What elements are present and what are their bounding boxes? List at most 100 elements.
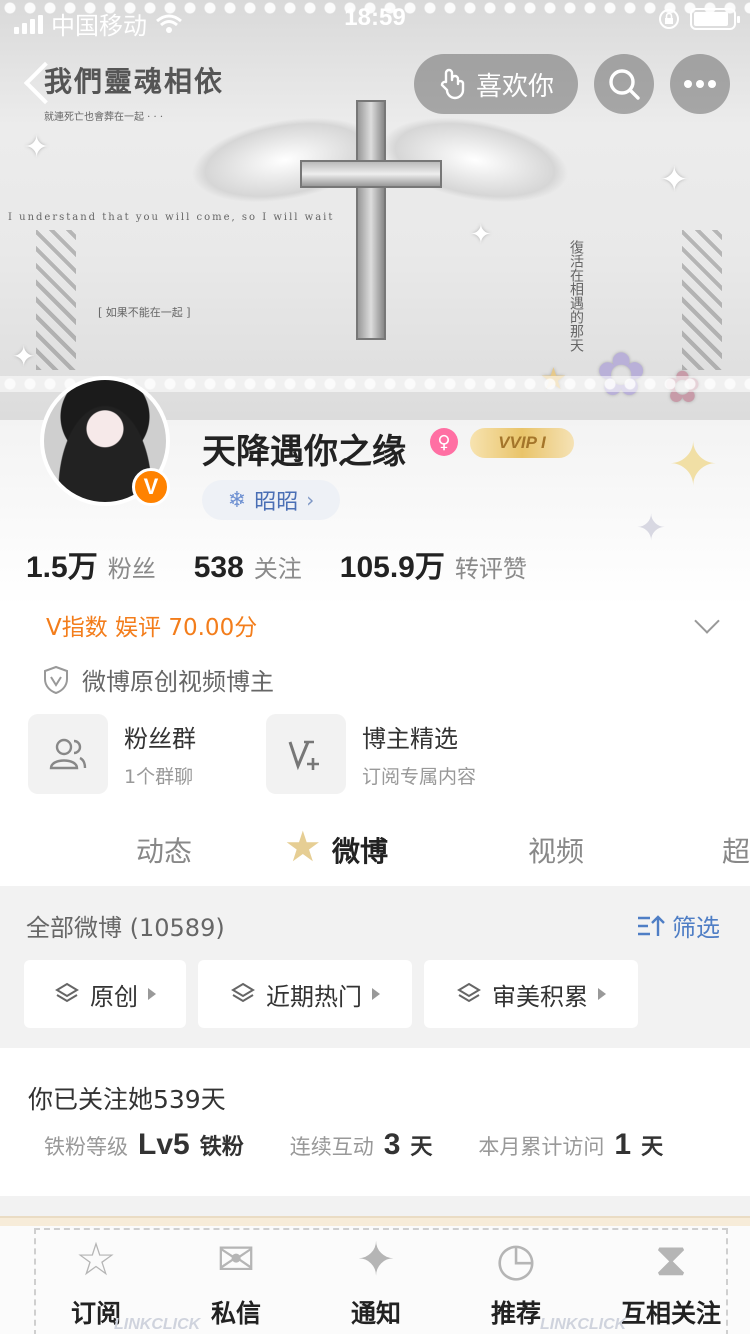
stat-label: 转评赞 [454, 555, 527, 583]
battery-icon [690, 8, 740, 30]
chip-aesthetic[interactable]: 审美积累 [424, 960, 638, 1028]
flower-icon: ✿ [596, 340, 647, 410]
v-plus-icon [266, 714, 346, 794]
streak-label: 连续互动 [289, 1135, 374, 1159]
like-you-label: 喜欢你 [475, 71, 554, 102]
banner-cross-bar [300, 160, 442, 188]
fan-level-unit: 铁粉 [199, 1135, 244, 1160]
promo-label: 通知 [350, 1299, 401, 1328]
search-button[interactable] [594, 54, 654, 114]
shield-icon [44, 665, 68, 694]
chip-original[interactable]: 原创 [24, 960, 186, 1028]
status-time: 18:59 [344, 4, 406, 31]
visits-value: 1 [614, 1128, 632, 1161]
vvip-badge[interactable]: VVIP I [470, 428, 574, 458]
banner-ribbon-right [682, 230, 722, 370]
stat-following[interactable]: 538 关注 [194, 549, 302, 585]
feature-title: 粉丝群 [124, 725, 196, 753]
verification-row: 微博原创视频博主 [42, 662, 274, 697]
feature-creator-picks[interactable]: 博主精选 订阅专属内容 [266, 714, 476, 794]
feature-subtitle: 1个群聊 [124, 766, 194, 788]
banner-caption-left: I understand that you will come, so I wi… [8, 212, 335, 223]
stat-interactions[interactable]: 105.9万 转评赞 [340, 542, 527, 586]
rotation-lock-icon [659, 9, 679, 29]
layers-icon [231, 982, 255, 1003]
promo-watermark: LINKCLICK [114, 1316, 201, 1333]
promo-watermark: LINKCLICK [540, 1316, 627, 1333]
tab-video[interactable]: 视频 [528, 830, 584, 870]
tab-weibo[interactable]: 微博 [332, 830, 388, 870]
group-icon [28, 714, 108, 794]
snowflake-icon: ❄ [227, 487, 247, 513]
feature-fan-group[interactable]: 粉丝群 1个群聊 [28, 714, 196, 794]
stat-label: 关注 [253, 555, 302, 583]
stat-label: 粉丝 [107, 555, 156, 583]
verification-label: 微博原创视频博主 [82, 668, 274, 696]
more-icon [684, 80, 716, 88]
promo-notifications[interactable]: ✦ 通知 [316, 1232, 436, 1334]
feature-title: 博主精选 [362, 725, 458, 753]
chip-label: 原创 [90, 982, 138, 1011]
visits-label: 本月累计访问 [478, 1135, 605, 1159]
promo-label: 推荐 [490, 1299, 541, 1328]
feed-header: 全部微博 (10589) 筛选 原创 近期热门 审美积累 [0, 886, 750, 1046]
sparkle-icon: ✦ [660, 160, 689, 200]
chevron-right-icon: › [306, 488, 315, 512]
sparkle-icon: ✦ [356, 1232, 396, 1286]
all-weibo-count: 全部微博 (10589) [26, 914, 225, 942]
sparkle-icon: ✦ [668, 430, 719, 500]
triangle-right-icon [598, 988, 606, 1000]
follow-days: 你已关注她539天 [28, 1085, 226, 1114]
chip-recent-hot[interactable]: 近期热门 [198, 960, 412, 1028]
stat-number: 105.9万 [339, 551, 445, 584]
stat-number: 538 [193, 551, 244, 584]
banner-headline: 我們靈魂相依 [44, 65, 225, 98]
like-you-button[interactable]: 喜欢你 [414, 54, 578, 114]
profile-tag-label: 昭昭 [254, 490, 299, 515]
status-bar: 中国移动 18:59 [0, 0, 750, 40]
triangle-right-icon [148, 988, 156, 1000]
stat-followers[interactable]: 1.5万 粉丝 [26, 542, 156, 586]
fan-level-value: Lv5 [138, 1128, 190, 1161]
layers-icon [55, 982, 79, 1003]
banner-ribbon-left [36, 230, 76, 370]
sparkle-icon: ✦ [636, 508, 667, 549]
monthly-visits: 本月累计访问 1 天 [478, 1128, 663, 1162]
streak-unit: 天 [410, 1135, 433, 1160]
verified-badge: V [132, 468, 170, 506]
stat-number: 1.5万 [26, 551, 98, 584]
fan-level-label: 铁粉等级 [44, 1135, 128, 1159]
sparkle-icon: ✦ [24, 130, 50, 165]
sparkle-icon: ✦ [12, 340, 36, 373]
layers-icon [457, 982, 481, 1003]
filter-button[interactable]: 筛选 [636, 908, 720, 943]
tab-super[interactable]: 超 [722, 830, 750, 870]
more-button[interactable] [670, 54, 730, 114]
streak-value: 3 [383, 1128, 401, 1161]
filter-label: 筛选 [672, 914, 720, 942]
triangle-right-icon [372, 988, 380, 1000]
profile-tag[interactable]: ❄ 昭昭 › [202, 480, 340, 520]
star-icon: ☆ [75, 1232, 117, 1286]
clock-icon: ◷ [495, 1232, 537, 1286]
promo-label: 私信 [210, 1299, 261, 1328]
search-icon [609, 69, 640, 100]
hourglass-icon: ⧗ [654, 1232, 688, 1286]
promo-strip: ☆ 订阅 ✉ 私信 ✦ 通知 ◷ 推荐 ⧗ 互相关注 LINKCLICK LIN… [0, 1216, 750, 1334]
banner-caption-vertical: 復活在相遇的那天 [568, 240, 584, 352]
profile-name: 天降遇你之缘 [202, 432, 406, 472]
interaction-streak: 连续互动 3 天 [290, 1128, 433, 1162]
follow-info: 你已关注她539天 铁粉等级 Lv5 铁粉 连续互动 3 天 本月累计访问 1 … [0, 1048, 750, 1196]
female-icon: ♀ [430, 428, 458, 456]
v-index[interactable]: V指数 娱评 70.00分 [46, 608, 257, 642]
promo-label: 互相关注 [620, 1299, 721, 1328]
profile-tabs: 动态 微博 视频 超 [0, 820, 750, 886]
visits-unit: 天 [641, 1135, 664, 1160]
sparkle-icon: ✦ [470, 220, 492, 250]
fan-level[interactable]: 铁粉等级 Lv5 铁粉 [44, 1128, 244, 1162]
back-button[interactable] [20, 60, 60, 108]
banner-caption-box: [ 如果不能在一起 ] [98, 306, 191, 319]
banner-cross [356, 100, 386, 340]
envelope-icon: ✉ [216, 1232, 256, 1286]
tab-feed[interactable]: 动态 [136, 830, 192, 870]
